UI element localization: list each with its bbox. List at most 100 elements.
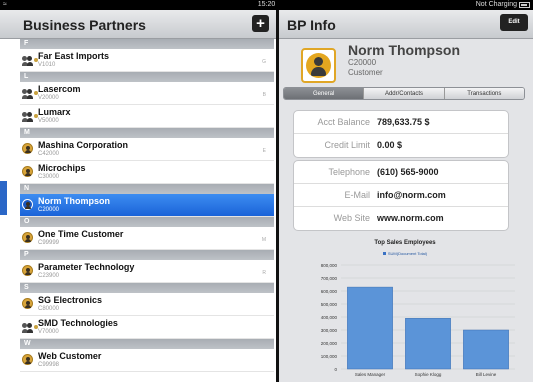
person-icon: [22, 199, 33, 210]
bp-name: Norm Thompson: [348, 42, 460, 58]
website-row[interactable]: Web Site www.norm.com: [294, 207, 508, 230]
x-tick-label: Sophie Klogg: [415, 372, 442, 377]
partner-name: Lumarx: [38, 107, 71, 117]
battery-status: Not Charging: [475, 1, 517, 8]
email-value[interactable]: info@norm.com: [377, 190, 446, 200]
bp-code: C20000: [348, 58, 377, 67]
bp-info-title: BP Info: [287, 17, 336, 33]
index-letter[interactable]: R: [262, 270, 266, 276]
legend-swatch: [382, 252, 386, 256]
partner-code: C42000: [38, 151, 60, 157]
section-header: L: [20, 72, 274, 82]
person-icon: [22, 166, 33, 177]
status-bar: ≈ 15:20 Not Charging: [0, 0, 533, 10]
y-tick-label: 100,000: [321, 354, 338, 359]
customer-avatar-icon: [306, 53, 331, 78]
y-tick-label: 800,000: [321, 263, 338, 268]
list-item[interactable]: Microchips C30000: [20, 161, 274, 184]
list-item[interactable]: Web Customer C99998: [20, 349, 274, 372]
partner-name: Far East Imports: [38, 51, 110, 61]
partner-code: C20000: [38, 207, 60, 213]
x-tick-label: Bill Levine: [476, 372, 497, 377]
partner-code: V50000: [38, 118, 59, 124]
y-tick-label: 500,000: [321, 302, 338, 307]
partner-code: V70000: [38, 329, 59, 335]
index-letter[interactable]: G: [262, 59, 266, 65]
group-icon: [22, 88, 38, 99]
left-navbar: Business Partners +: [0, 10, 276, 39]
section-header: M: [20, 128, 274, 138]
section-header: F: [20, 39, 274, 49]
tab-addr-contacts[interactable]: Addr/Contacts: [363, 88, 444, 99]
list-item[interactable]: Far East Imports V1010 G: [20, 49, 274, 72]
partner-name: Norm Thompson: [38, 196, 110, 206]
list-item[interactable]: SG Electronics C80000: [20, 293, 274, 316]
tab-general[interactable]: General: [284, 88, 364, 99]
partner-code: C99999: [38, 240, 60, 246]
person-icon: [22, 143, 33, 154]
partner-code: V1010: [38, 62, 56, 68]
partner-name: SMD Technologies: [38, 318, 118, 328]
list-item[interactable]: Parameter Technology C23900 R: [20, 260, 274, 283]
y-tick-label: 0: [334, 367, 337, 372]
group-icon: [22, 322, 38, 333]
chart-legend: SUM(Document Total): [289, 251, 521, 256]
bar: [463, 329, 509, 370]
website-value[interactable]: www.norm.com: [377, 213, 444, 223]
legend-label: SUM(Document Total): [387, 251, 428, 256]
index-letter[interactable]: B: [263, 92, 266, 98]
section-header: S: [20, 283, 274, 293]
person-icon: [22, 354, 33, 365]
business-partners-panel: Business Partners + F Far East Imports V10…: [0, 10, 276, 382]
email-label: E-Mail: [344, 190, 370, 200]
telephone-value[interactable]: (610) 565-9000: [377, 167, 439, 177]
info-tabs: General Addr/Contacts Transactions: [283, 87, 525, 100]
section-header: W: [20, 339, 274, 349]
y-tick-label: 200,000: [321, 341, 338, 346]
section-header: O: [20, 217, 274, 227]
list-item[interactable]: One Time Customer C99999 M: [20, 227, 274, 250]
right-navbar: BP Info Edit: [279, 10, 533, 39]
email-row[interactable]: E-Mail info@norm.com: [294, 184, 508, 207]
credit-limit-row: Credit Limit 0.00 $: [294, 134, 508, 157]
partner-name: Microchips: [38, 163, 86, 173]
edit-button[interactable]: Edit: [500, 14, 528, 31]
section-header: N: [20, 184, 274, 194]
battery-icon: [519, 2, 530, 8]
partner-name: SG Electronics: [38, 295, 103, 305]
bp-info-panel: BP Info Edit Norm Thompson C20000 Custom…: [279, 10, 533, 382]
clock: 15:20: [257, 1, 276, 8]
partner-code: V20000: [38, 95, 59, 101]
selection-edge: [0, 181, 7, 215]
partner-name: Parameter Technology: [38, 262, 135, 272]
person-icon: [22, 265, 33, 276]
chart-plot: 0 100,000 200,000 300,000 400,000 500,000 600,…: [321, 263, 515, 377]
partner-list[interactable]: F Far East Imports V1010 G L Lasercom V20000 B L…: [20, 39, 274, 372]
list-item[interactable]: Lumarx V50000: [20, 105, 274, 128]
index-letter[interactable]: M: [262, 237, 266, 243]
group-icon: [22, 111, 38, 122]
balance-card: Acct Balance 789,633.75 $ Credit Limit 0…: [293, 110, 509, 158]
telephone-row[interactable]: Telephone (610) 565-9000: [294, 161, 508, 184]
bar: [405, 318, 451, 370]
x-tick-label: Sales Manager: [355, 372, 386, 377]
tab-transactions[interactable]: Transactions: [443, 88, 524, 99]
index-letter[interactable]: E: [263, 148, 266, 154]
list-item[interactable]: Lasercom V20000 B: [20, 82, 274, 105]
list-item[interactable]: Mashina Corporation C42000 E: [20, 138, 274, 161]
list-item[interactable]: Norm Thompson C20000: [20, 194, 274, 217]
partner-code: C99998: [38, 362, 60, 368]
person-icon: [22, 232, 33, 243]
list-item[interactable]: SMD Technologies V70000: [20, 316, 274, 339]
section-header: P: [20, 250, 274, 260]
partner-code: C30000: [38, 174, 60, 180]
partner-code: C23900: [38, 273, 60, 279]
website-label: Web Site: [333, 213, 370, 223]
y-tick-label: 300,000: [321, 328, 338, 333]
partner-name: Web Customer: [38, 351, 102, 361]
add-partner-button[interactable]: +: [252, 15, 269, 32]
panel-title: Business Partners: [23, 17, 146, 33]
acct-balance-row: Acct Balance 789,633.75 $: [294, 111, 508, 134]
acct-balance-value: 789,633.75 $: [377, 117, 430, 127]
person-icon: [22, 298, 33, 309]
